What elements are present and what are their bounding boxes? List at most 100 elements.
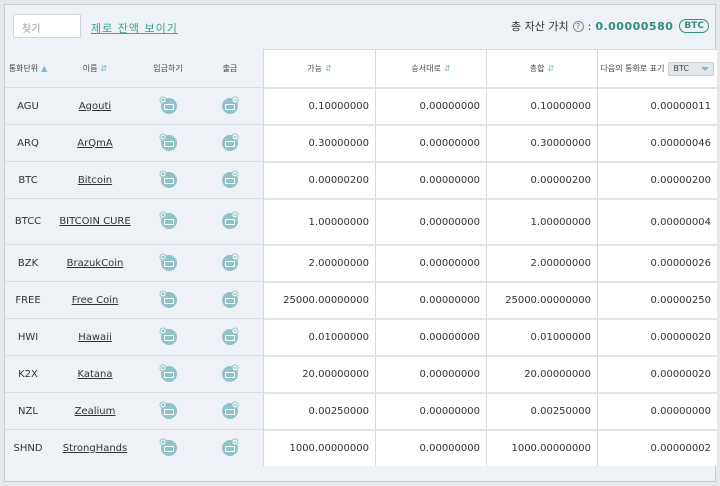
currency-name-link[interactable]: Zealium [75,406,116,417]
withdraw-cell [197,244,263,281]
btc-value: 0.00000000 [597,392,717,429]
table-row: AGU Agouti 0.10000000 0.00000000 0.10000000 0… [5,87,717,124]
deposit-icon[interactable] [159,364,177,382]
currency-name-cell: BrazukCoin [51,244,139,281]
btc-value: 0.00000004 [597,198,717,244]
col-pending[interactable]: 승서대로 ⇵ [375,49,486,87]
col-other-currency[interactable]: 다음의 통화로 표기 BTC [597,49,717,87]
total-balance: 20.00000000 [486,355,597,392]
pending-balance: 0.00000000 [375,281,486,318]
deposit-icon[interactable] [159,96,177,114]
withdraw-icon[interactable] [221,96,239,114]
search-input[interactable]: 찾기 [13,14,81,38]
withdraw-icon[interactable] [221,211,239,229]
deposit-icon[interactable] [159,327,177,345]
currency-code: SHND [5,429,51,466]
sort-icon[interactable]: ⇵ [325,64,332,73]
currency-name-link[interactable]: StrongHands [63,443,128,454]
deposit-icon[interactable] [159,438,177,456]
wallet-balances-panel: 찾기 제로 잔액 보이기 총 자산 가치 ? : 0.00000580 BTC … [4,4,717,482]
sort-icon[interactable]: ⇵ [101,64,108,73]
pending-balance: 0.00000000 [375,392,486,429]
deposit-cell [139,392,197,429]
help-icon[interactable]: ? [572,20,584,32]
available-balance: 2.00000000 [263,244,375,281]
available-balance: 0.00000200 [263,161,375,198]
total-balance: 0.01000000 [486,318,597,355]
withdraw-cell [197,198,263,244]
currency-name-cell: Katana [51,355,139,392]
available-balance: 0.10000000 [263,87,375,124]
deposit-icon[interactable] [159,211,177,229]
deposit-icon[interactable] [159,253,177,271]
table-row: SHND StrongHands 1000.00000000 0.00000000 10… [5,429,717,466]
available-balance: 0.00250000 [263,392,375,429]
show-zero-balance-link[interactable]: 제로 잔액 보이기 [91,20,178,36]
btc-value: 0.00000011 [597,87,717,124]
sort-icon[interactable]: ⇵ [444,64,451,73]
btc-value: 0.00000020 [597,355,717,392]
currency-code: ARQ [5,124,51,161]
deposit-cell [139,355,197,392]
currency-name-link[interactable]: Bitcoin [78,175,112,186]
withdraw-icon[interactable] [221,401,239,419]
col-deposit: 입금하기 [139,49,197,87]
deposit-cell [139,161,197,198]
sort-icon[interactable]: ⇵ [548,64,555,73]
total-balance: 0.00250000 [486,392,597,429]
col-name[interactable]: 이름 ⇵ [51,49,139,87]
currency-name-link[interactable]: BrazukCoin [67,258,124,269]
table-row: HWI Hawaii 0.01000000 0.00000000 0.01000000 0… [5,318,717,355]
currency-name-link[interactable]: Hawaii [78,332,112,343]
currency-name-cell: StrongHands [51,429,139,466]
pending-balance: 0.00000000 [375,87,486,124]
withdraw-icon[interactable] [221,327,239,345]
currency-name-link[interactable]: BITCOIN CURE [59,216,130,227]
deposit-icon[interactable] [159,133,177,151]
withdraw-icon[interactable] [221,438,239,456]
deposit-icon[interactable] [159,290,177,308]
table-row: BTC Bitcoin 0.00000200 0.00000000 0.00000200… [5,161,717,198]
col-available[interactable]: 가능 ⇵ [263,49,375,87]
table-row: BTCC BITCOIN CURE 1.00000000 0.00000000 1.00… [5,198,717,244]
withdraw-icon[interactable] [221,133,239,151]
btc-value: 0.00000046 [597,124,717,161]
pending-balance: 0.00000000 [375,318,486,355]
btc-value: 0.00000200 [597,161,717,198]
currency-code: AGU [5,87,51,124]
deposit-cell [139,244,197,281]
btc-value: 0.00000002 [597,429,717,466]
withdraw-cell [197,318,263,355]
currency-select[interactable]: BTC [668,61,715,76]
currency-code: HWI [5,318,51,355]
withdraw-icon[interactable] [221,170,239,188]
pending-balance: 0.00000000 [375,124,486,161]
withdraw-cell [197,429,263,466]
deposit-icon[interactable] [159,170,177,188]
btc-value: 0.00000020 [597,318,717,355]
withdraw-icon[interactable] [221,253,239,271]
withdraw-cell [197,355,263,392]
currency-name-link[interactable]: Katana [77,369,112,380]
balances-table: 통화단위 ▲ 이름 ⇵ 입금하기 출금 가능 ⇵ 승서대로 ⇵ 총합 ⇵ 다음의 통화로 … [5,49,717,466]
col-currency[interactable]: 통화단위 ▲ [5,49,51,87]
col-total[interactable]: 총합 ⇵ [486,49,597,87]
deposit-cell [139,198,197,244]
withdraw-icon[interactable] [221,290,239,308]
currency-name-link[interactable]: ArQmA [77,138,112,149]
total-value: 0.00000580 [595,19,674,33]
currency-name-cell: Zealium [51,392,139,429]
sort-icon[interactable]: ▲ [41,64,47,73]
table-row: ARQ ArQmA 0.30000000 0.00000000 0.30000000 0.… [5,124,717,161]
deposit-cell [139,124,197,161]
deposit-cell [139,318,197,355]
deposit-icon[interactable] [159,401,177,419]
currency-name-link[interactable]: Agouti [79,101,111,112]
total-balance: 0.10000000 [486,87,597,124]
withdraw-icon[interactable] [221,364,239,382]
currency-name-cell: ArQmA [51,124,139,161]
currency-name-link[interactable]: Free Coin [72,295,119,306]
other-currency-label: 다음의 통화로 표기 [600,64,665,73]
btc-value: 0.00000250 [597,281,717,318]
pending-balance: 0.00000000 [375,161,486,198]
